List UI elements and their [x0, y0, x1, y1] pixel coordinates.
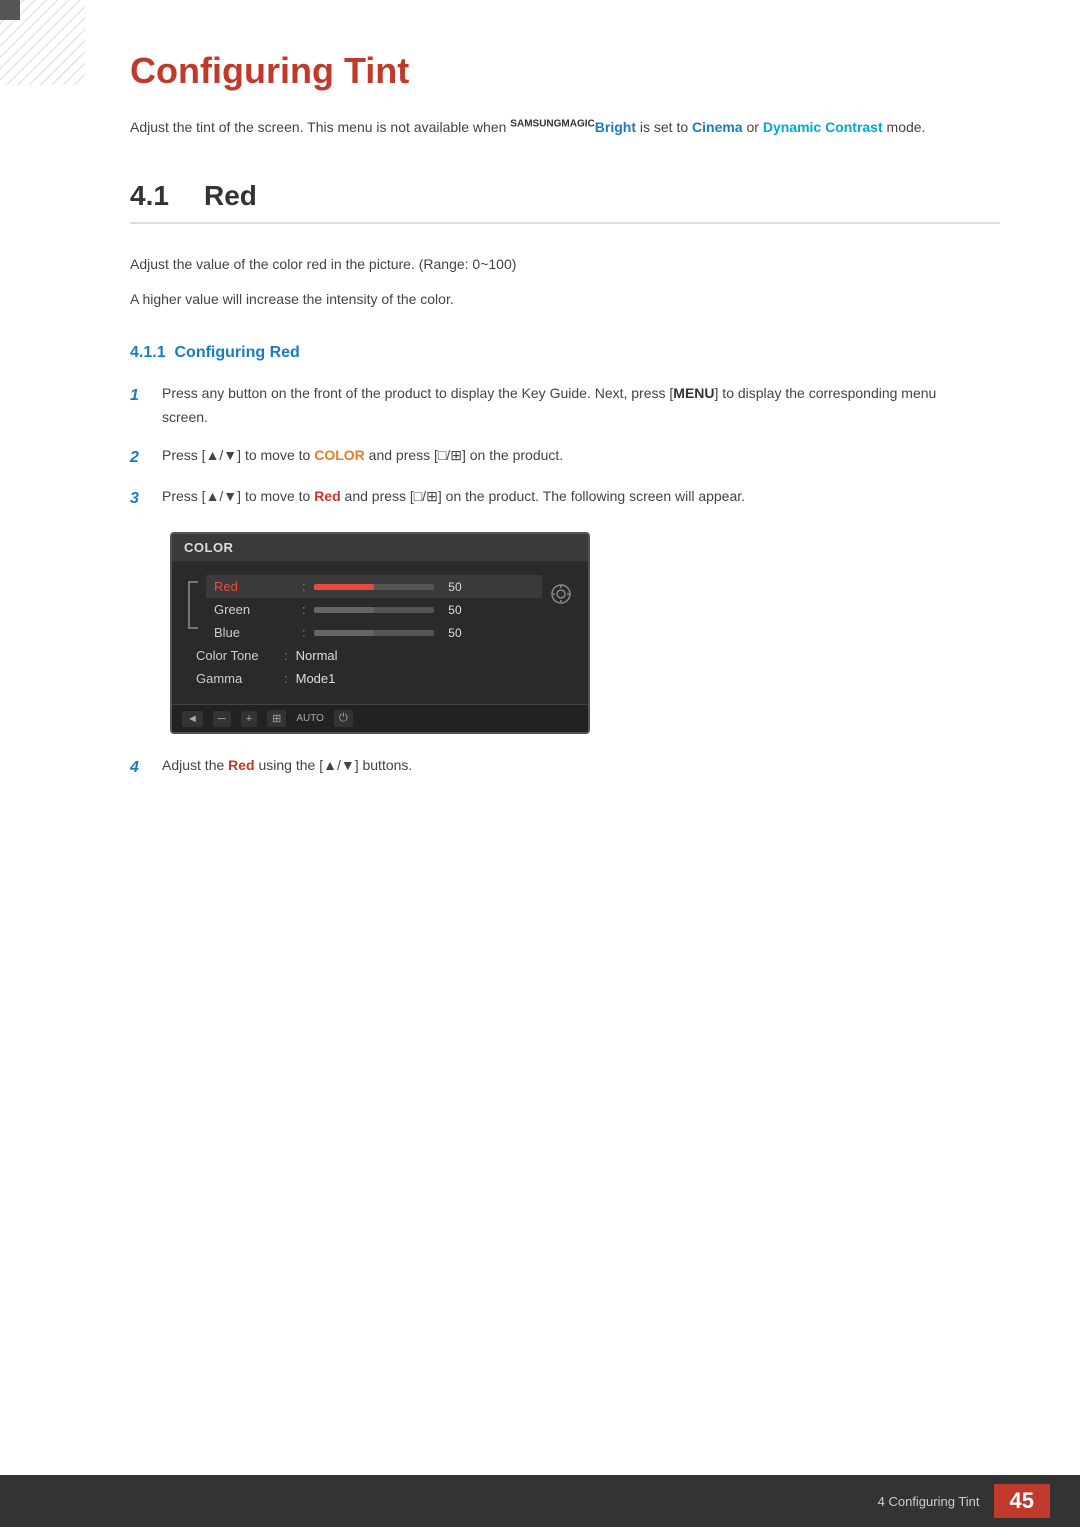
footer-icon-minus: ─ — [213, 711, 231, 727]
menu-row-gamma: Gamma : Mode1 — [188, 667, 572, 690]
footer-section-label: 4 Configuring Tint — [878, 1494, 980, 1509]
settings-icon — [550, 583, 572, 605]
monitor-title: COLOR — [184, 540, 233, 555]
step-text-2: Press [▲/▼] to move to COLOR and press [… — [162, 444, 950, 468]
page-title: Configuring Tint — [130, 50, 1000, 92]
slider-red: 50 — [314, 580, 462, 594]
section-desc-2: A higher value will increase the intensi… — [130, 287, 950, 312]
monitor-content: Red : 50 Green : — [172, 561, 588, 704]
dynamic-contrast-link[interactable]: Dynamic Contrast — [763, 119, 883, 135]
bright-link[interactable]: Bright — [595, 119, 636, 135]
page-footer: 4 Configuring Tint 45 — [0, 1475, 1080, 1527]
step-number-2: 2 — [130, 444, 148, 471]
intro-text-or: or — [743, 119, 763, 135]
intro-paragraph: Adjust the tint of the screen. This menu… — [130, 116, 950, 140]
menu-label-green: Green — [214, 602, 294, 617]
samsung-brand-bottom: MAGIC — [561, 118, 594, 129]
intro-text-end: mode. — [883, 119, 926, 135]
step-number-4: 4 — [130, 754, 148, 781]
menu-label-red: Red — [214, 579, 294, 594]
step-item-2: 2 Press [▲/▼] to move to COLOR and press… — [130, 444, 950, 471]
menu-label-blue: Blue — [214, 625, 294, 640]
slider-green: 50 — [314, 603, 462, 617]
footer-icon-enter: ⊞ — [267, 710, 286, 727]
footer-icon-back: ◄ — [182, 711, 203, 727]
steps-list: 1 Press any button on the front of the p… — [130, 382, 1000, 512]
section-title: Red — [204, 180, 257, 212]
slider-value-green: 50 — [440, 603, 462, 617]
corner-pattern — [0, 0, 85, 85]
monitor-title-bar: COLOR — [172, 534, 588, 561]
menu-row-red: Red : 50 — [206, 575, 542, 598]
step-number-3: 3 — [130, 485, 148, 512]
footer-page-number: 45 — [994, 1484, 1050, 1518]
step-text-4: Adjust the Red using the [▲/▼] buttons. — [162, 754, 950, 778]
cinema-link[interactable]: Cinema — [692, 119, 743, 135]
step-text-1: Press any button on the front of the pro… — [162, 382, 950, 430]
step-number-1: 1 — [130, 382, 148, 409]
menu-row-blue: Blue : 50 — [206, 621, 542, 644]
menu-value-gamma: Mode1 — [296, 671, 336, 686]
step-4-container: 4 Adjust the Red using the [▲/▼] buttons… — [130, 754, 1000, 781]
section-number: 4.1 — [130, 180, 180, 212]
menu-value-colortone: Normal — [296, 648, 338, 663]
menu-row-colortone: Color Tone : Normal — [188, 644, 572, 667]
footer-icon-power: ⏻ — [334, 710, 353, 727]
slider-value-blue: 50 — [440, 626, 462, 640]
section-desc-1: Adjust the value of the color red in the… — [130, 252, 950, 277]
monitor-footer: ◄ ─ + ⊞ AUTO ⏻ — [172, 704, 588, 732]
samsung-brand-top: SAMSUNG — [510, 118, 561, 129]
step-item-3: 3 Press [▲/▼] to move to Red and press [… — [130, 485, 950, 512]
step-item-4: 4 Adjust the Red using the [▲/▼] buttons… — [130, 754, 950, 781]
slider-blue: 50 — [314, 626, 462, 640]
menu-label-gamma: Gamma — [196, 671, 276, 686]
slider-value-red: 50 — [440, 580, 462, 594]
step-text-3: Press [▲/▼] to move to Red and press [□/… — [162, 485, 950, 509]
step-item-1: 1 Press any button on the front of the p… — [130, 382, 950, 430]
subsection-number: 4.1.1 — [130, 344, 166, 361]
subsection-title: Configuring Red — [174, 344, 299, 361]
intro-text-before: Adjust the tint of the screen. This menu… — [130, 119, 510, 135]
subsection-heading: 4.1.1 Configuring Red — [130, 344, 1000, 362]
footer-label-auto: AUTO — [296, 713, 324, 724]
intro-text-middle: is set to — [636, 119, 692, 135]
footer-icon-plus: + — [241, 711, 257, 727]
menu-row-green: Green : 50 — [206, 598, 542, 621]
monitor-mockup: COLOR Red : 50 — [170, 532, 590, 734]
menu-label-colortone: Color Tone — [196, 648, 276, 663]
section-heading: 4.1 Red — [130, 180, 1000, 224]
page-container: Configuring Tint Adjust the tint of the … — [0, 0, 1080, 875]
